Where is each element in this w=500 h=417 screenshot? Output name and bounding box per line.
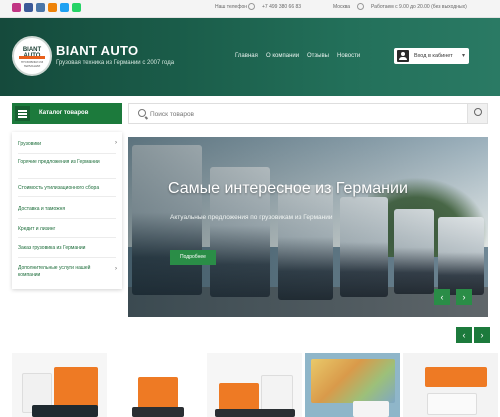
product-card[interactable] [207,353,302,417]
menu-item-recycling-fee[interactable]: Стоимость утилизационного сбора [12,185,122,192]
menu-item-label: Кредит и лизинг [18,226,56,232]
chevron-right-icon: › [115,140,117,146]
phone-label: Наш телефон [215,4,247,10]
chevron-right-icon: › [115,266,117,272]
product-image [32,405,98,417]
hero-prev-button[interactable]: ‹ [434,289,450,305]
products-next-button[interactable]: › [474,327,490,343]
whatsapp-icon[interactable] [72,3,81,12]
product-image [353,401,389,417]
menu-icon [15,106,30,121]
chevron-down-icon: ▾ [461,53,465,59]
clock-icon [357,3,364,10]
nav-link-reviews[interactable]: Отзывы [307,53,329,59]
search-bar [128,103,488,124]
nav-link-news[interactable]: Новости [337,53,360,59]
user-icon [397,50,409,62]
phone-number[interactable]: +7 499 380 66 83 [262,4,301,10]
work-hours: Работаем с 9.00 до 20.00 (без выходных) [371,4,467,10]
catalog-button[interactable]: Каталог товаров [12,103,122,124]
menu-item-extra-services[interactable]: Дополнительные услуги нашей компании [12,265,122,278]
divider [18,153,116,154]
logo-subtitle: ГРУЗОВИКИ ИЗ ГЕРМАНИИ [20,60,44,68]
hero-subtitle: Актуальные предложения по грузовикам из … [170,214,333,221]
product-image [427,393,477,415]
brand-name[interactable]: BIANT AUTO [56,43,138,58]
catalog-label: Каталог товаров [39,110,89,116]
login-button[interactable]: Вход в кабинет ▾ [394,48,469,64]
facebook-icon[interactable] [24,3,33,12]
logo-stripe [19,56,45,59]
odnoklassniki-icon[interactable] [48,3,57,12]
menu-item-label: Грузовики [18,141,42,147]
instagram-icon[interactable] [12,3,21,12]
city-label: Москва [333,4,351,10]
divider [18,257,116,258]
product-image [132,407,184,417]
phone-icon [248,3,255,10]
login-label: Вход в кабинет [414,53,453,59]
menu-item-order-truck[interactable]: Заказ грузовика из Германии [12,245,122,252]
search-input[interactable] [150,109,470,120]
product-card[interactable] [110,353,205,417]
search-icon [138,109,146,117]
brand-tagline: Грузовая техника из Германии с 2007 года [56,60,175,66]
products-prev-button[interactable]: ‹ [456,327,472,343]
hero-next-button[interactable]: › [456,289,472,305]
product-image [425,367,487,387]
menu-item-trucks[interactable]: Грузовики [12,141,122,148]
divider [18,237,116,238]
nav-link-home[interactable]: Главная [235,53,258,59]
product-card[interactable] [403,353,498,417]
menu-item-label: Дополнительные услуги нашей компании [18,265,91,278]
product-image [311,359,395,403]
search-button[interactable] [467,104,487,123]
product-card[interactable] [305,353,400,417]
menu-item-label: Доставка и таможня [18,206,66,212]
product-image [261,375,293,413]
menu-item-label: Горячие предложения из Германии [18,159,100,165]
catalog-menu: Грузовики › Горячие предложения из Герма… [12,132,122,289]
twitter-icon[interactable] [60,3,69,12]
menu-item-hot-offers[interactable]: Горячие предложения из Германии [12,159,122,166]
hero-title: Самые интересное из Германии [168,180,408,197]
divider [18,218,116,219]
menu-item-delivery-customs[interactable]: Доставка и таможня [12,206,122,213]
site-header: BIANT AUTO ГРУЗОВИКИ ИЗ ГЕРМАНИИ BIANT A… [0,18,500,96]
top-bar: Наш телефон +7 499 380 66 83 Москва Рабо… [0,0,500,18]
product-image [138,377,178,411]
hero-more-button[interactable]: Подробнее [170,250,216,265]
nav-link-about[interactable]: О компании [266,53,299,59]
divider [18,178,116,179]
menu-item-label: Заказ грузовика из Германии [18,245,86,251]
divider [18,196,116,197]
logo[interactable]: BIANT AUTO ГРУЗОВИКИ ИЗ ГЕРМАНИИ [12,36,52,76]
menu-item-label: Стоимость утилизационного сбора [18,185,100,191]
product-image [215,409,295,417]
product-card[interactable] [12,353,107,417]
vk-icon[interactable] [36,3,45,12]
menu-item-credit-leasing[interactable]: Кредит и лизинг [12,226,122,233]
hero-banner: Самые интересное из Германии Актуальные … [128,137,488,317]
